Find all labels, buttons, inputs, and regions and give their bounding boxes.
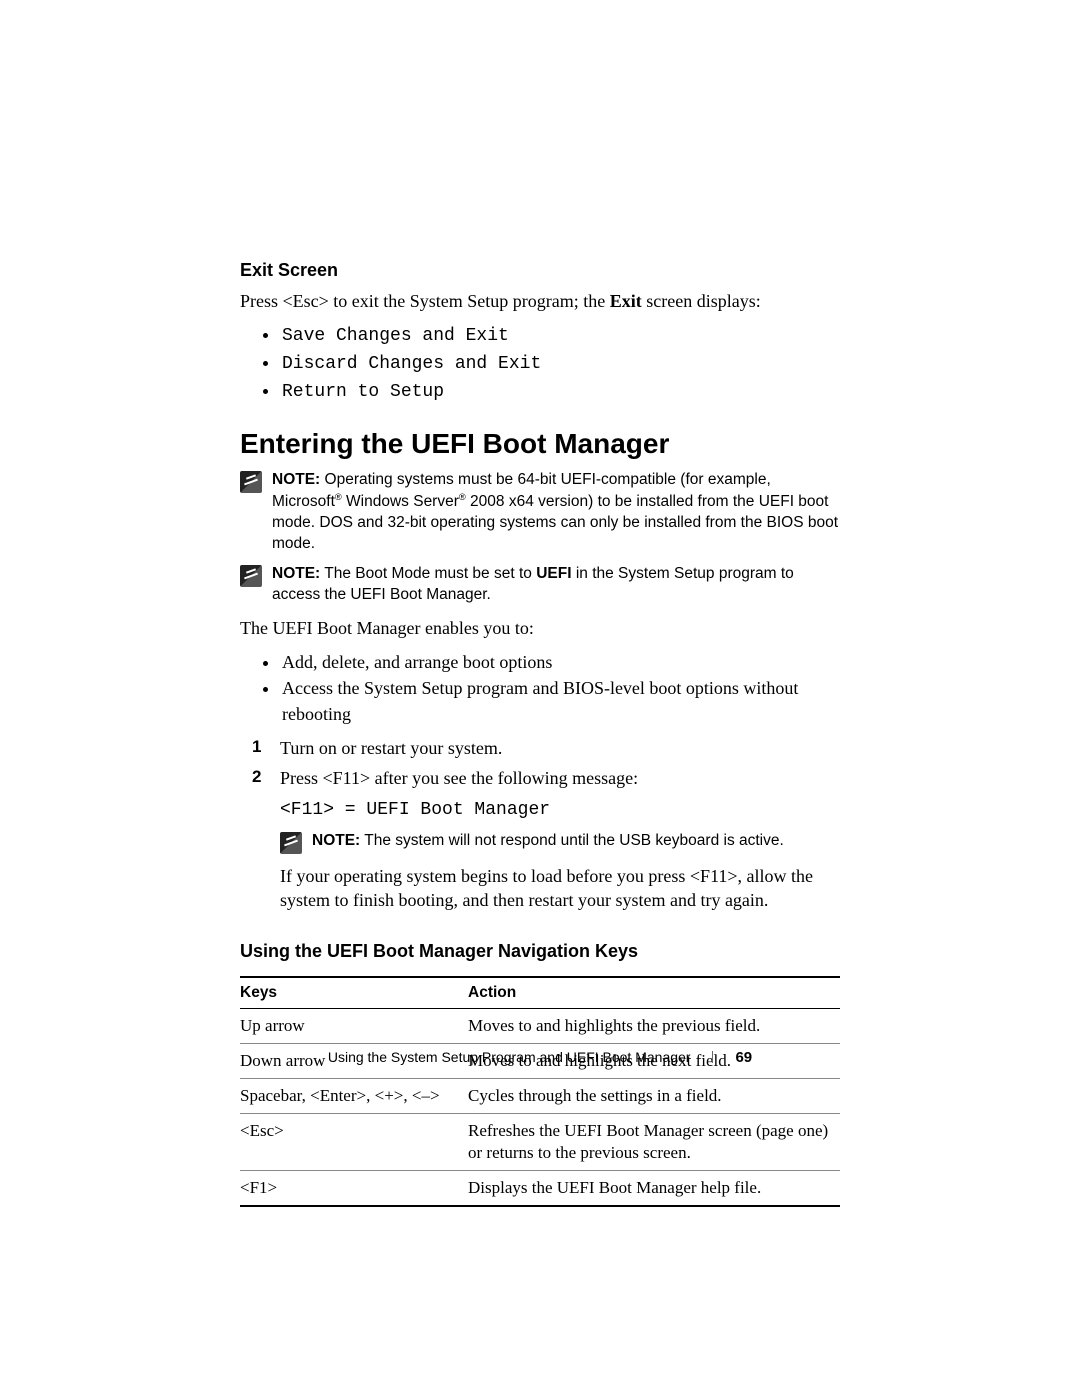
exit-intro: Press <Esc> to exit the System Setup pro… — [240, 289, 840, 313]
col-action: Action — [468, 977, 840, 1009]
cell-key: Up arrow — [240, 1008, 468, 1043]
footer-separator — [712, 1051, 713, 1063]
step-item: Turn on or restart your system. — [280, 735, 840, 761]
cell-key: <Esc> — [240, 1114, 468, 1171]
nav-keys-heading: Using the UEFI Boot Manager Navigation K… — [240, 941, 840, 962]
cell-key: <F1> — [240, 1171, 468, 1207]
step-item: Press <F11> after you see the following … — [280, 765, 840, 913]
footer-text: Using the System Setup Program and UEFI … — [328, 1049, 691, 1065]
exit-intro-before: Press <Esc> to exit the System Setup pro… — [240, 291, 610, 311]
col-keys: Keys — [240, 977, 468, 1009]
registered-symbol: ® — [335, 492, 342, 502]
enables-intro: The UEFI Boot Manager enables you to: — [240, 616, 840, 640]
table-row: Up arrow Moves to and highlights the pre… — [240, 1008, 840, 1043]
note-label: NOTE: — [272, 565, 320, 582]
cell-action: Refreshes the UEFI Boot Manager screen (… — [468, 1114, 840, 1171]
note-bold: UEFI — [536, 565, 571, 582]
exit-intro-bold: Exit — [610, 291, 642, 311]
page-footer: Using the System Setup Program and UEFI … — [0, 1049, 1080, 1067]
step-code: <F11> = UEFI Boot Manager — [280, 797, 840, 823]
note-frag: The Boot Mode must be set to — [320, 565, 536, 582]
list-item: Discard Changes and Exit — [280, 349, 840, 377]
exit-options-list: Save Changes and Exit Discard Changes an… — [240, 321, 840, 405]
note-block: NOTE: Operating systems must be 64-bit U… — [240, 470, 840, 555]
note-icon — [240, 471, 262, 493]
note-text: NOTE: Operating systems must be 64-bit U… — [272, 470, 840, 555]
nav-keys-table: Keys Action Up arrow Moves to and highli… — [240, 976, 840, 1208]
exit-screen-heading: Exit Screen — [240, 260, 840, 281]
cell-action: Cycles through the settings in a field. — [468, 1078, 840, 1113]
section-title: Entering the UEFI Boot Manager — [240, 428, 840, 460]
exit-option: Return to Setup — [282, 382, 444, 402]
note-text: NOTE: The system will not respond until … — [312, 831, 784, 852]
steps-list: Turn on or restart your system. Press <F… — [240, 735, 840, 913]
list-item: Save Changes and Exit — [280, 321, 840, 349]
note-frag: Windows Server — [342, 493, 459, 510]
list-item: Access the System Setup program and BIOS… — [280, 675, 840, 727]
note-text: NOTE: The Boot Mode must be set to UEFI … — [272, 564, 840, 606]
exit-intro-after: screen displays: — [642, 291, 761, 311]
cell-action: Moves to and highlights the previous fie… — [468, 1008, 840, 1043]
step-text: Press <F11> after you see the following … — [280, 768, 638, 788]
list-item: Return to Setup — [280, 377, 840, 405]
enables-list: Add, delete, and arrange boot options Ac… — [240, 649, 840, 727]
exit-option: Save Changes and Exit — [282, 326, 509, 346]
table-row: Spacebar, <Enter>, <+>, <–> Cycles throu… — [240, 1078, 840, 1113]
step-text: Turn on or restart your system. — [280, 738, 502, 758]
table-header-row: Keys Action — [240, 977, 840, 1009]
list-item: Add, delete, and arrange boot options — [280, 649, 840, 675]
note-icon — [240, 565, 262, 587]
note-label: NOTE: — [312, 832, 360, 849]
registered-symbol: ® — [459, 492, 466, 502]
cell-action: Displays the UEFI Boot Manager help file… — [468, 1171, 840, 1207]
note-frag: The system will not respond until the US… — [360, 832, 784, 849]
step-after-text: If your operating system begins to load … — [280, 864, 840, 913]
cell-key: Spacebar, <Enter>, <+>, <–> — [240, 1078, 468, 1113]
note-label: NOTE: — [272, 471, 320, 488]
note-block: NOTE: The Boot Mode must be set to UEFI … — [240, 564, 840, 606]
note-icon — [280, 832, 302, 854]
table-row: <F1> Displays the UEFI Boot Manager help… — [240, 1171, 840, 1207]
table-row: <Esc> Refreshes the UEFI Boot Manager sc… — [240, 1114, 840, 1171]
exit-option: Discard Changes and Exit — [282, 354, 541, 374]
note-block: NOTE: The system will not respond until … — [280, 831, 840, 854]
page-number: 69 — [735, 1049, 752, 1066]
